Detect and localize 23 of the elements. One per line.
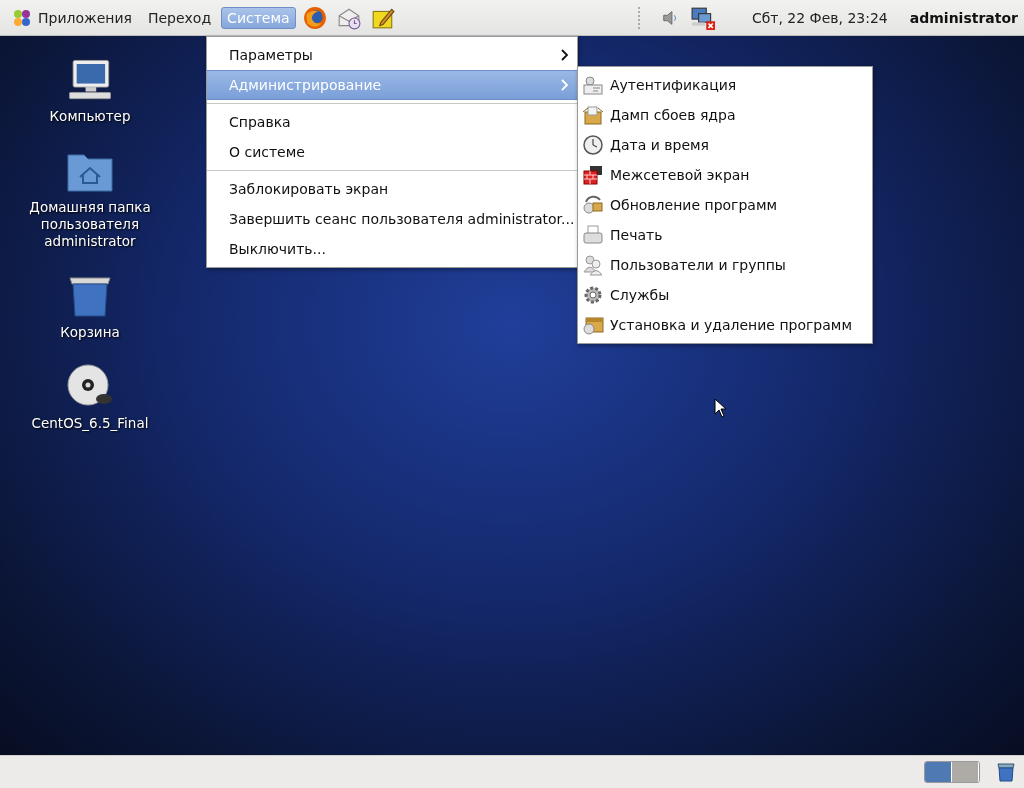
user-name[interactable]: administrator xyxy=(909,9,1018,26)
submenu-item[interactable]: Дамп сбоев ядра xyxy=(578,100,872,130)
panel-menu[interactable]: Переход xyxy=(141,6,218,29)
desktop-icon-label[interactable]: Компьютер xyxy=(15,108,165,125)
menu-item[interactable]: Параметры xyxy=(207,40,577,70)
menu-item[interactable]: Завершить сеанс пользователя administrator... xyxy=(207,204,577,234)
menu-item[interactable]: Выключить... xyxy=(207,234,577,264)
panel-menu[interactable]: Приложения xyxy=(6,4,138,31)
desktop-icon-label[interactable]: CentOS_6.5_Final xyxy=(15,415,165,432)
submenu-item[interactable]: Пользователи и группы xyxy=(578,250,872,280)
menu-item[interactable]: Справка xyxy=(207,107,577,137)
menu-item[interactable]: Заблокировать экран xyxy=(207,174,577,204)
submenu-item[interactable]: Аутентификация xyxy=(578,70,872,100)
desktop-icon-label[interactable]: Корзина xyxy=(15,324,165,341)
submenu-item[interactable]: Межсетевой экран xyxy=(578,160,872,190)
submenu-item[interactable]: Дата и время xyxy=(578,130,872,160)
desktop-icon-label[interactable]: Домашняя папка пользователя administrator xyxy=(15,199,165,250)
menu-item[interactable]: О системе xyxy=(207,137,577,167)
submenu-item[interactable]: Печать xyxy=(578,220,872,250)
submenu-item[interactable]: Службы xyxy=(578,280,872,310)
submenu-item[interactable]: Обновление программ xyxy=(578,190,872,220)
submenu-item[interactable]: Установка и удаление программ xyxy=(578,310,872,340)
clock[interactable]: Сбт, 22 Фев, 23:24 xyxy=(751,9,888,26)
